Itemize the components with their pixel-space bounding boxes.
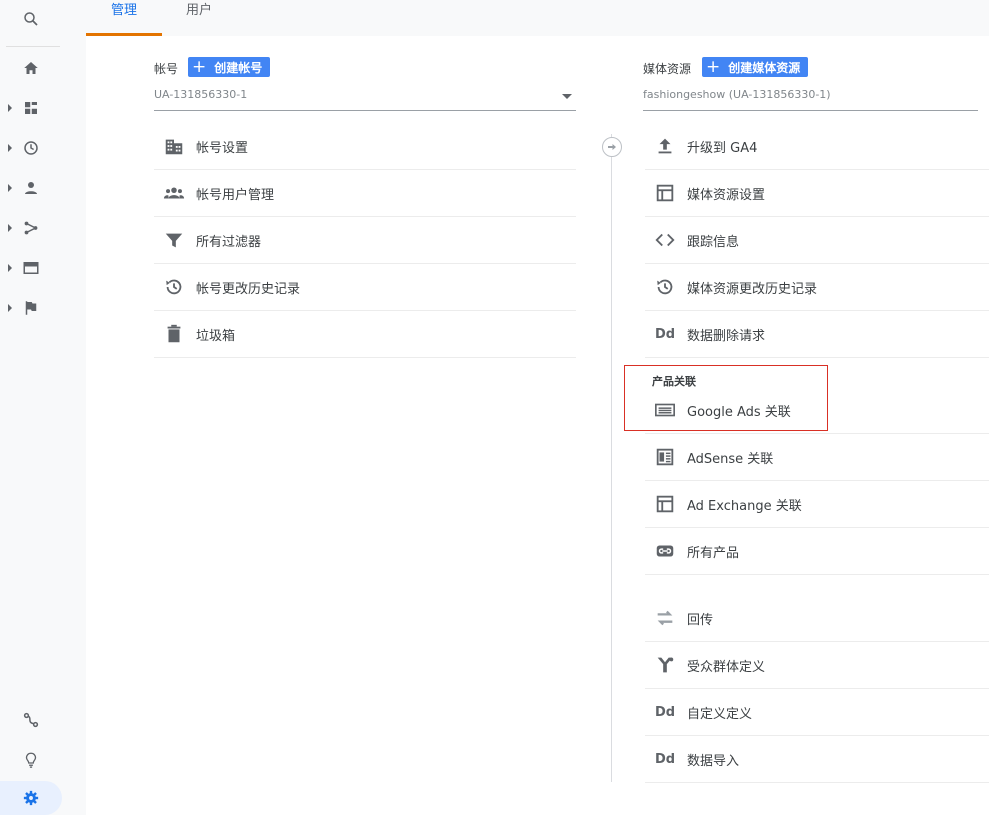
all-filters-label: 所有过滤器 xyxy=(196,234,262,250)
property-change-history-label: 媒体资源更改历史记录 xyxy=(687,281,818,297)
adsense-linking-label: AdSense 关联 xyxy=(687,451,774,467)
data-import-label: 数据导入 xyxy=(687,753,740,769)
window-icon xyxy=(653,492,677,516)
custom-definitions-label: 自定义定义 xyxy=(687,706,753,722)
account-select-value: UA-131856330-1 xyxy=(154,88,248,101)
column-divider xyxy=(611,134,612,782)
filter-icon xyxy=(162,228,186,252)
upgrade-ga4-item[interactable]: 升级到 GA4 xyxy=(645,123,989,170)
account-change-history-item[interactable]: 帐号更改历史记录 xyxy=(154,264,576,311)
link-icon xyxy=(653,539,677,563)
property-select-value: fashiongeshow (UA-131856330-1) xyxy=(643,88,831,101)
all-products-item[interactable]: 所有产品 xyxy=(645,528,989,575)
postbacks-item[interactable]: 回传 xyxy=(645,595,989,642)
left-nav xyxy=(0,0,62,815)
code-icon xyxy=(653,228,677,252)
adsense-icon xyxy=(653,445,677,469)
search-icon[interactable] xyxy=(0,2,62,36)
account-user-management-label: 帐号用户管理 xyxy=(196,187,275,203)
behavior-icon[interactable] xyxy=(0,251,62,285)
create-property-button[interactable]: + 创建媒体资源 xyxy=(702,57,809,77)
tab-users[interactable]: 用户 xyxy=(186,0,212,34)
dd-icon: Dd xyxy=(654,704,676,720)
dd-icon: Dd xyxy=(654,326,676,342)
property-column-title: 媒体资源 xyxy=(643,62,692,76)
trash-icon xyxy=(162,322,186,346)
nav-divider xyxy=(6,46,60,47)
create-account-label: 创建帐号 xyxy=(214,60,263,75)
data-deletion-request-item[interactable]: Dd 数据删除请求 xyxy=(645,311,989,358)
tracking-info-item[interactable]: 跟踪信息 xyxy=(645,217,989,264)
plus-icon: + xyxy=(706,57,721,77)
audience-icon xyxy=(653,653,677,677)
audience-definitions-item[interactable]: 受众群体定义 xyxy=(645,642,989,689)
upload-icon xyxy=(653,134,677,158)
move-arrow-button[interactable] xyxy=(602,137,622,157)
highlight-box xyxy=(624,365,828,431)
path-icon[interactable] xyxy=(0,703,62,737)
account-change-history-label: 帐号更改历史记录 xyxy=(196,281,301,297)
trash-label: 垃圾箱 xyxy=(196,328,236,344)
acquisition-icon[interactable] xyxy=(0,211,62,245)
all-filters-item[interactable]: 所有过滤器 xyxy=(154,217,576,264)
custom-definitions-item[interactable]: Dd 自定义定义 xyxy=(645,689,989,736)
property-change-history-item[interactable]: 媒体资源更改历史记录 xyxy=(645,264,989,311)
account-settings-item[interactable]: 帐号设置 xyxy=(154,123,576,170)
trash-item[interactable]: 垃圾箱 xyxy=(154,311,576,358)
account-user-management-item[interactable]: 帐号用户管理 xyxy=(154,170,576,217)
dd-icon: Dd xyxy=(654,751,676,767)
gear-icon[interactable] xyxy=(0,781,62,815)
create-property-label: 创建媒体资源 xyxy=(728,60,801,75)
window-icon xyxy=(653,181,677,205)
property-settings-label: 媒体资源设置 xyxy=(687,187,766,203)
property-settings-item[interactable]: 媒体资源设置 xyxy=(645,170,989,217)
adsense-linking-item[interactable]: AdSense 关联 xyxy=(645,434,989,481)
swap-icon xyxy=(653,606,677,630)
account-select[interactable]: UA-131856330-1 xyxy=(154,88,576,111)
property-select[interactable]: fashiongeshow (UA-131856330-1) xyxy=(643,88,978,111)
account-settings-label: 帐号设置 xyxy=(196,140,249,156)
ad-exchange-linking-item[interactable]: Ad Exchange 关联 xyxy=(645,481,989,528)
building-icon xyxy=(162,134,186,158)
ad-exchange-linking-label: Ad Exchange 关联 xyxy=(687,498,802,514)
people-icon xyxy=(162,181,186,205)
data-import-item[interactable]: Dd 数据导入 xyxy=(645,736,989,783)
account-column-title: 帐号 xyxy=(154,62,179,76)
create-account-button[interactable]: + 创建帐号 xyxy=(188,57,271,77)
lightbulb-icon[interactable] xyxy=(0,743,62,777)
tab-bar xyxy=(86,0,989,36)
arrow-right-icon xyxy=(608,144,616,150)
history-icon xyxy=(653,275,677,299)
flag-icon[interactable] xyxy=(0,291,62,325)
plus-icon: + xyxy=(192,57,207,77)
person-icon[interactable] xyxy=(0,171,62,205)
tracking-info-label: 跟踪信息 xyxy=(687,234,740,250)
home-icon[interactable] xyxy=(0,51,62,85)
data-deletion-request-label: 数据删除请求 xyxy=(687,328,766,344)
chevron-down-icon xyxy=(562,94,572,99)
clock-icon[interactable] xyxy=(0,131,62,165)
audience-definitions-label: 受众群体定义 xyxy=(687,659,766,675)
tab-admin[interactable]: 管理 xyxy=(111,0,137,34)
postbacks-label: 回传 xyxy=(687,612,714,628)
dashboard-icon[interactable] xyxy=(0,91,62,125)
history-icon xyxy=(162,275,186,299)
upgrade-ga4-label: 升级到 GA4 xyxy=(687,140,758,156)
all-products-label: 所有产品 xyxy=(687,545,740,561)
